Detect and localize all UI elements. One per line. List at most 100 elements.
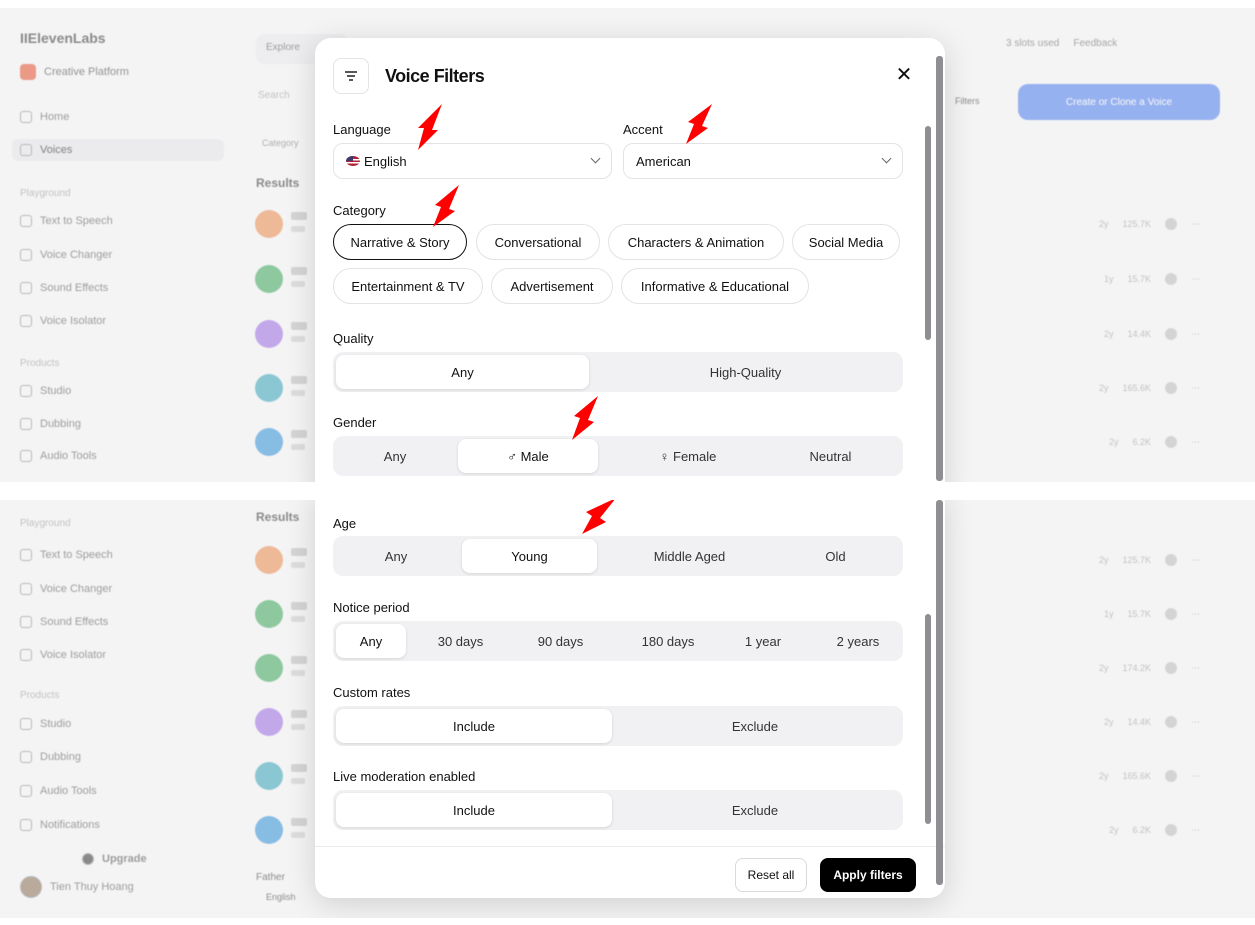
gender-option-neutral[interactable]: Neutral — [763, 439, 898, 473]
sidebar-item-label: Audio Tools — [40, 450, 97, 462]
sidebar-item-label: Notifications — [40, 819, 100, 831]
notice-period-label: Notice period — [333, 600, 410, 615]
sidebar-item-tts[interactable]: Text to Speech — [20, 210, 113, 232]
sidebar-item-dubbing[interactable]: Dubbing — [20, 746, 81, 768]
sidebar-item-label: Dubbing — [40, 418, 81, 430]
annotation-arrow-accent — [686, 104, 712, 144]
bell-icon — [20, 819, 32, 831]
sidebar-item-voice-changer[interactable]: Voice Changer — [20, 578, 112, 600]
screenshot-top-panel: IIElevenLabs Creative Platform Home Voic… — [0, 8, 1255, 482]
sidebar-item-label: Text to Speech — [40, 549, 113, 561]
sidebar-section-playground: Playground — [20, 188, 71, 199]
notice-option-any[interactable]: Any — [336, 624, 406, 658]
sidebar-section-products: Products — [20, 690, 60, 701]
sidebar-item-studio[interactable]: Studio — [20, 380, 71, 402]
notice-option-180-days[interactable]: 180 days — [628, 624, 708, 658]
page-scrollbar[interactable] — [936, 500, 943, 885]
results-header: Results — [256, 176, 300, 190]
apply-filters-button[interactable]: Apply filters — [820, 858, 916, 892]
voice-changer-icon — [20, 583, 32, 595]
notice-option-30-days[interactable]: 30 days — [423, 624, 498, 658]
chip-conversational[interactable]: Conversational — [476, 224, 600, 260]
filters-bg[interactable]: Filters — [955, 96, 980, 106]
voice-isolator-icon — [20, 649, 32, 661]
custom-rates-label: Custom rates — [333, 685, 411, 700]
filter-icon-button[interactable] — [333, 58, 369, 94]
workspace-switcher[interactable]: Creative Platform — [20, 64, 129, 80]
live-moderation-label: Live moderation enabled — [333, 769, 476, 784]
sidebar-section-playground: Playground — [20, 518, 71, 529]
sidebar-item-voice-changer[interactable]: Voice Changer — [20, 244, 112, 266]
chip-advertisement[interactable]: Advertisement — [491, 268, 613, 304]
live-moderation-include[interactable]: Include — [336, 793, 612, 827]
modal-scrollbar[interactable] — [925, 126, 931, 340]
voice-avatar — [255, 374, 283, 402]
sidebar-item-studio[interactable]: Studio — [20, 713, 71, 735]
quality-label: Quality — [333, 331, 374, 346]
reset-all-button[interactable]: Reset all — [735, 858, 807, 892]
chevron-down-icon — [881, 153, 892, 164]
home-icon — [20, 111, 32, 123]
gender-option-any[interactable]: Any — [336, 439, 454, 473]
sidebar-item-label: Studio — [40, 385, 72, 397]
notice-period-segmented: Any 30 days 90 days 180 days 1 year 2 ye… — [333, 621, 903, 661]
custom-rates-exclude[interactable]: Exclude — [617, 709, 893, 743]
language-value: English — [364, 153, 407, 169]
dubbing-icon — [20, 751, 32, 763]
sidebar-item-tts[interactable]: Text to Speech — [20, 544, 113, 566]
filter-icon — [345, 71, 357, 81]
chip-characters-animation[interactable]: Characters & Animation — [608, 224, 784, 260]
modal-scrollbar[interactable] — [925, 614, 931, 824]
annotation-arrow-gender — [572, 396, 598, 440]
accent-select[interactable]: American — [623, 143, 903, 179]
voice-changer-icon — [20, 249, 32, 261]
voice-avatar — [255, 265, 283, 293]
sidebar-item-label: Voice Isolator — [40, 315, 107, 327]
quality-option-high[interactable]: High-Quality — [619, 355, 872, 389]
notice-option-90-days[interactable]: 90 days — [523, 624, 598, 658]
sidebar-item-label: Voices — [40, 144, 73, 156]
chip-entertainment-tv[interactable]: Entertainment & TV — [333, 268, 483, 304]
sidebar-item-dubbing[interactable]: Dubbing — [20, 413, 81, 435]
sidebar-item-sound-effects[interactable]: Sound Effects — [20, 611, 108, 633]
user-profile[interactable]: Tien Thuy Hoang — [20, 876, 134, 898]
age-option-old[interactable]: Old — [773, 539, 898, 573]
sidebar-item-audio-tools[interactable]: Audio Tools — [20, 780, 97, 802]
create-voice-button[interactable]: Create or Clone a Voice — [1018, 84, 1220, 120]
voice-avatar — [255, 546, 283, 574]
chip-informative-educational[interactable]: Informative & Educational — [621, 268, 809, 304]
voice-isolator-icon — [20, 315, 32, 327]
upgrade-button[interactable]: Upgrade — [82, 848, 147, 870]
close-icon[interactable]: ✕ — [893, 64, 915, 86]
voice-avatar — [255, 210, 283, 238]
language-select[interactable]: English — [333, 143, 612, 179]
age-option-middle-aged[interactable]: Middle Aged — [617, 539, 762, 573]
page-scrollbar[interactable] — [936, 56, 943, 481]
sidebar-item-audio-tools[interactable]: Audio Tools — [20, 445, 97, 467]
sidebar-item-label: Home — [40, 111, 70, 123]
quality-option-any[interactable]: Any — [336, 355, 589, 389]
voices-icon — [20, 144, 32, 156]
search-input-bg[interactable]: Search — [258, 90, 290, 101]
gender-option-female[interactable]: ♀ Female — [618, 439, 758, 473]
sidebar-item-label: Dubbing — [40, 751, 81, 763]
notice-option-2-years[interactable]: 2 years — [818, 624, 898, 658]
voice-avatar — [255, 320, 283, 348]
sidebar-item-voice-isolator[interactable]: Voice Isolator — [20, 644, 106, 666]
chip-social-media[interactable]: Social Media — [792, 224, 900, 260]
sidebar-item-sound-effects[interactable]: Sound Effects — [20, 277, 108, 299]
slots-text: 3 slots used — [1006, 38, 1060, 49]
panel-separator — [0, 482, 1255, 500]
sidebar-item-label: Sound Effects — [40, 282, 109, 294]
live-moderation-exclude[interactable]: Exclude — [617, 793, 893, 827]
notice-option-1-year[interactable]: 1 year — [728, 624, 798, 658]
sidebar-item-voices[interactable]: Voices — [12, 139, 224, 161]
audio-tools-icon — [20, 450, 32, 462]
sidebar-item-notifications[interactable]: Notifications — [20, 814, 100, 836]
sidebar-item-voice-isolator[interactable]: Voice Isolator — [20, 310, 106, 332]
sidebar-item-home[interactable]: Home — [20, 106, 69, 128]
sidebar-item-label: Sound Effects — [40, 616, 109, 628]
age-option-any[interactable]: Any — [336, 539, 456, 573]
feedback-link[interactable]: Feedback — [1073, 38, 1117, 49]
custom-rates-include[interactable]: Include — [336, 709, 612, 743]
